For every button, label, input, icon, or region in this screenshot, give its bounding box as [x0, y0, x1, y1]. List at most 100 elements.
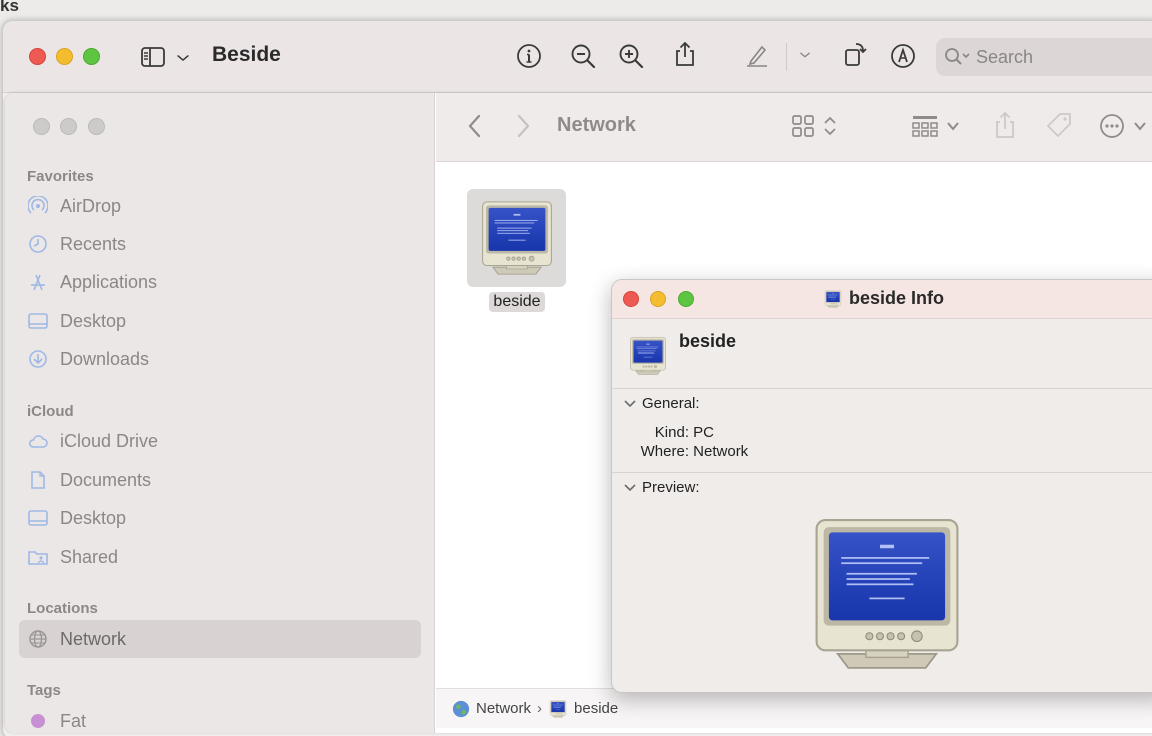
path-separator-icon: ›: [537, 700, 543, 717]
tag-color-dot: [27, 710, 49, 732]
globe-icon: [27, 628, 49, 650]
where-value: Network: [693, 443, 749, 460]
sidebar-item-label: Documents: [60, 469, 152, 490]
applications-icon: [27, 271, 49, 293]
info-close-button[interactable]: [623, 291, 639, 307]
finder-share-icon[interactable]: [993, 111, 1017, 139]
sidebar-item-airdrop[interactable]: AirDrop: [27, 190, 423, 222]
zoom-button[interactable]: [83, 48, 100, 65]
file-item-beside[interactable]: beside: [467, 189, 567, 312]
info-minimize-button[interactable]: [650, 291, 666, 307]
preview-image-pc-icon: [799, 506, 975, 682]
sidebar-item-label: Fat: [60, 710, 87, 731]
icon-view-icon[interactable]: [791, 114, 815, 138]
minimize-button[interactable]: [56, 48, 73, 65]
sidebar-item-network[interactable]: Network: [19, 620, 421, 658]
close-button[interactable]: [29, 48, 46, 65]
clock-icon: [27, 233, 49, 255]
search-icon: [945, 48, 970, 65]
background-window-text: ks: [0, 0, 19, 15]
info-zoom-button[interactable]: [678, 291, 694, 307]
file-thumbnail: [467, 189, 566, 287]
group-chevron-icon[interactable]: [946, 119, 960, 133]
preview-label: Preview:: [642, 479, 700, 496]
general-section-toggle[interactable]: General:: [624, 395, 700, 412]
preview-toolbar: Beside Search: [3, 21, 1152, 93]
annotate-icon[interactable]: [889, 42, 917, 70]
view-options-updown-icon[interactable]: [823, 114, 837, 138]
markup-menu-chevron-icon[interactable]: [796, 46, 814, 64]
toolbar-divider: [786, 43, 787, 71]
finder-close-button[interactable]: [33, 118, 50, 135]
sidebar-section-favorites: Favorites: [27, 168, 94, 185]
search-field[interactable]: Search: [936, 38, 1152, 76]
back-icon[interactable]: [466, 113, 484, 139]
info-item-name: beside: [679, 331, 737, 351]
more-actions-icon[interactable]: [1099, 113, 1125, 139]
group-icon[interactable]: [911, 114, 939, 138]
shared-folder-icon: [27, 546, 49, 568]
sidebar-item-applications[interactable]: Applications: [27, 266, 423, 298]
kind-value: PC: [693, 424, 715, 441]
path-beside[interactable]: beside: [574, 700, 618, 717]
sidebar-item-label: AirDrop: [60, 195, 122, 216]
pc-icon: [626, 334, 670, 378]
sidebar-item-label: Network: [60, 628, 127, 649]
sidebar-item-recents[interactable]: Recents: [27, 228, 423, 260]
share-icon[interactable]: [671, 40, 699, 68]
desktop-icon: [27, 507, 49, 529]
sidebar-item-icloud-drive[interactable]: iCloud Drive: [27, 425, 423, 457]
info-title: beside Info: [823, 288, 944, 309]
sidebar-item-shared[interactable]: Shared: [27, 541, 423, 573]
sidebar-item-tag-fat[interactable]: Fat: [27, 705, 423, 733]
finder-sidebar: Favorites AirDrop Recents Applications D…: [5, 93, 435, 733]
downloads-icon: [27, 348, 49, 370]
sidebar-section-tags: Tags: [27, 682, 61, 699]
finder-toolbar: Network: [436, 93, 1152, 162]
sidebar-item-label: Applications: [60, 271, 158, 292]
sidebar-item-desktop[interactable]: Desktop: [27, 305, 423, 337]
search-placeholder: Search: [976, 46, 1034, 67]
pc-icon: [823, 289, 843, 309]
markup-pen-icon[interactable]: [743, 41, 771, 69]
preview-section-toggle[interactable]: Preview:: [624, 479, 700, 496]
section-divider: [612, 472, 1152, 473]
zoom-in-icon[interactable]: [617, 42, 645, 70]
chevron-down-icon[interactable]: [173, 44, 193, 72]
path-network[interactable]: Network: [476, 700, 531, 717]
airdrop-icon: [27, 195, 49, 217]
general-label: General:: [642, 395, 700, 412]
kind-row: Kind: PC: [638, 424, 714, 441]
sidebar-item-label: Downloads: [60, 348, 150, 369]
where-key: Where:: [640, 443, 689, 460]
sidebar-item-label: Desktop: [60, 310, 127, 331]
desktop-icon: [27, 310, 49, 332]
sidebar-toggle-icon[interactable]: [139, 43, 167, 71]
rotate-icon[interactable]: [841, 40, 869, 68]
sidebar-item-documents[interactable]: Documents: [27, 464, 423, 496]
disclosure-chevron-icon: [624, 399, 636, 407]
more-actions-chevron-icon[interactable]: [1133, 119, 1147, 133]
kind-key: Kind:: [654, 424, 689, 441]
finder-zoom-button[interactable]: [88, 118, 105, 135]
info-icon[interactable]: [515, 42, 543, 70]
globe-icon: [452, 700, 470, 717]
sidebar-item-downloads[interactable]: Downloads: [27, 343, 423, 375]
finder-minimize-button[interactable]: [60, 118, 77, 135]
sidebar-item-label: Shared: [60, 546, 119, 567]
tag-icon[interactable]: [1045, 111, 1073, 139]
sidebar-section-locations: Locations: [27, 600, 98, 617]
info-header: beside: [612, 320, 1152, 389]
info-titlebar: beside Info: [612, 280, 1152, 319]
sidebar-item-icloud-desktop[interactable]: Desktop: [27, 502, 423, 534]
sidebar-section-icloud: iCloud: [27, 403, 74, 420]
forward-icon[interactable]: [514, 113, 532, 139]
document-icon: [27, 469, 49, 491]
sidebar-item-label: iCloud Drive: [60, 430, 159, 451]
zoom-out-icon[interactable]: [569, 42, 597, 70]
pc-icon: [548, 699, 568, 719]
file-name: beside: [489, 292, 545, 312]
preview-title: Beside: [212, 43, 281, 66]
path-bar: Network › beside: [436, 688, 1152, 728]
info-title-text: beside Info: [849, 288, 945, 308]
